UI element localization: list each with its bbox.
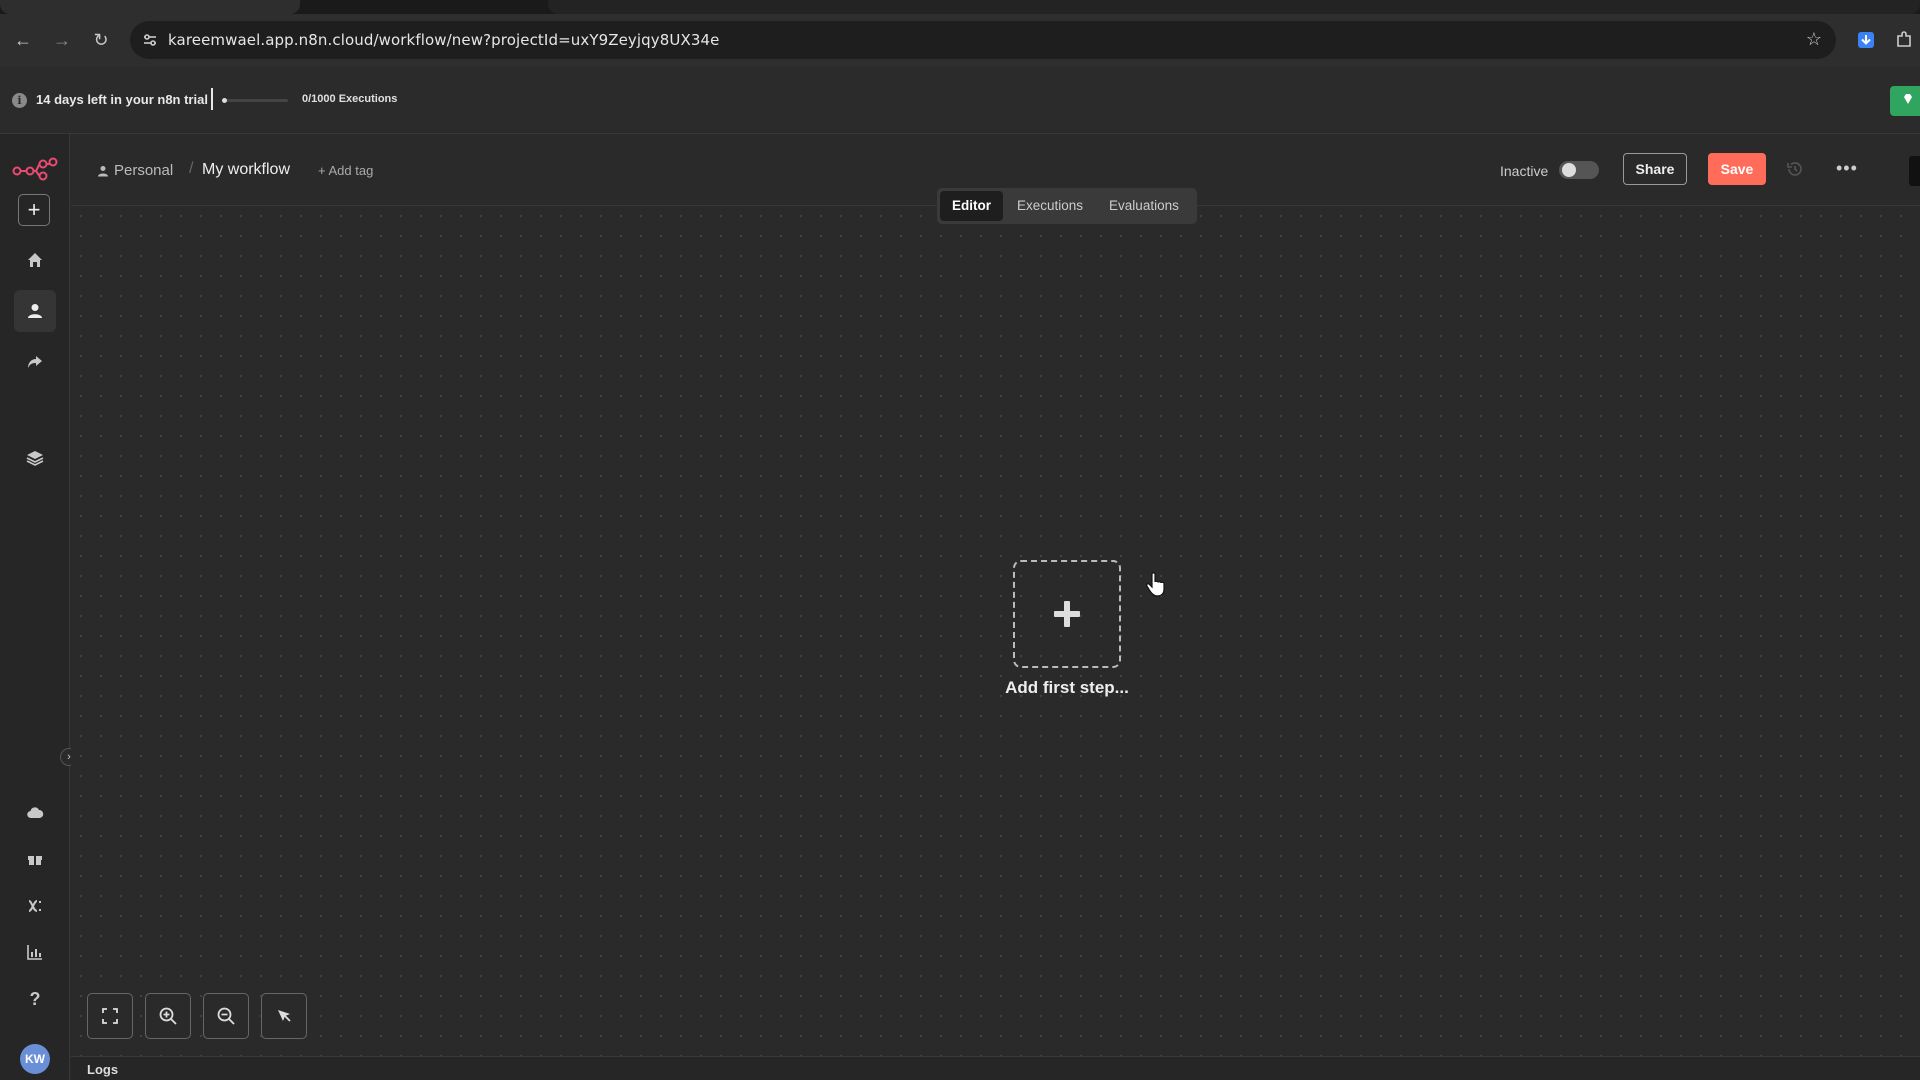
executions-progress-bar: [222, 98, 288, 103]
hand-cursor-icon: [1146, 572, 1165, 597]
tidy-up-button[interactable]: [261, 993, 307, 1039]
share-button[interactable]: Share: [1623, 153, 1687, 185]
sidebar-item-help[interactable]: ?: [14, 978, 56, 1020]
extensions-icon[interactable]: [1894, 30, 1914, 50]
browser-toolbar: ← → ↻ kareemwael.app.n8n.cloud/workflow/…: [0, 14, 1920, 66]
sidebar-item-personal[interactable]: [14, 290, 56, 332]
upgrade-button[interactable]: [1890, 86, 1920, 116]
variable-icon: [28, 900, 41, 912]
info-icon: i: [12, 93, 27, 108]
bar-chart-icon: [27, 945, 42, 960]
view-tabs: Editor Executions Evaluations: [937, 188, 1197, 224]
add-tag-button[interactable]: + Add tag: [318, 163, 373, 178]
more-options-icon[interactable]: •••: [1836, 158, 1858, 179]
add-first-step-button[interactable]: [1013, 560, 1121, 668]
workflow-name[interactable]: My workflow: [202, 161, 290, 179]
logs-label: Logs: [87, 1062, 119, 1077]
sidebar-item-home[interactable]: [14, 239, 56, 281]
active-status-label: Inactive: [1500, 163, 1549, 179]
create-button[interactable]: +: [18, 194, 50, 226]
fit-view-button[interactable]: [87, 993, 133, 1039]
magic-wand-icon: [278, 1010, 291, 1022]
home-icon: [28, 253, 42, 267]
cloud-icon: [27, 807, 44, 819]
n8n-logo-icon[interactable]: [12, 154, 58, 182]
user-icon: [98, 165, 108, 176]
add-first-step-label: Add first step...: [1005, 678, 1129, 697]
gift-icon: [28, 856, 42, 865]
executions-count: 0/1000 Executions: [302, 93, 398, 105]
breadcrumb-separator: /: [189, 160, 194, 177]
save-button[interactable]: Save: [1708, 153, 1766, 185]
zoom-in-button[interactable]: [145, 993, 191, 1039]
sidebar-item-variables[interactable]: [14, 885, 56, 927]
active-toggle[interactable]: [1559, 161, 1599, 179]
forward-icon[interactable]: →: [50, 28, 74, 52]
sidebar-item-templates[interactable]: [14, 437, 56, 479]
zoom-in-icon: [159, 1007, 177, 1025]
history-icon[interactable]: [1785, 159, 1805, 179]
user-icon: [28, 304, 42, 318]
header-edge-panel: [1909, 156, 1920, 186]
zoom-out-icon: [217, 1007, 235, 1025]
sidebar-item-insights[interactable]: [14, 931, 56, 973]
download-icon[interactable]: [1856, 30, 1876, 50]
back-icon[interactable]: ←: [11, 28, 35, 52]
sidebar-item-community[interactable]: [14, 838, 56, 880]
share-arrow-icon: [28, 356, 42, 368]
trial-days-text: 14 days left in your n8n trial: [36, 92, 208, 107]
trial-banner: i 14 days left in your n8n trial 0/1000 …: [0, 66, 1920, 134]
browser-tab-strip: [0, 0, 1920, 14]
gem-icon: [1904, 94, 1912, 104]
tab-editor[interactable]: Editor: [940, 191, 1003, 221]
workflow-canvas[interactable]: [71, 206, 1920, 1056]
browser-tab[interactable]: [548, 0, 1920, 14]
browser-tab-active[interactable]: [0, 0, 300, 14]
sidebar-item-cloud[interactable]: [14, 792, 56, 834]
tab-executions[interactable]: Executions: [1005, 191, 1095, 221]
zoom-out-button[interactable]: [203, 993, 249, 1039]
toggle-knob: [1562, 163, 1576, 177]
tab-evaluations[interactable]: Evaluations: [1097, 191, 1191, 221]
plus-icon: [1054, 601, 1080, 627]
fit-view-icon: [102, 1008, 118, 1024]
left-sidebar: + ? KW ›: [0, 134, 78, 1080]
bookmark-star-icon[interactable]: ☆: [1806, 29, 1822, 50]
banner-divider: [211, 88, 213, 110]
url-text[interactable]: kareemwael.app.n8n.cloud/workflow/new?pr…: [168, 31, 719, 49]
breadcrumb-project[interactable]: Personal: [97, 162, 173, 179]
executions-progress-dot: [222, 98, 227, 103]
layers-icon: [26, 451, 44, 466]
avatar[interactable]: KW: [20, 1044, 50, 1074]
breadcrumb-project-label: Personal: [114, 162, 174, 179]
logs-panel[interactable]: Logs: [71, 1056, 1920, 1080]
reload-icon[interactable]: ↻: [89, 28, 113, 52]
question-icon: ?: [29, 988, 41, 1009]
sidebar-item-shared[interactable]: [14, 341, 56, 383]
address-bar[interactable]: kareemwael.app.n8n.cloud/workflow/new?pr…: [130, 21, 1836, 59]
site-info-icon[interactable]: [140, 30, 160, 50]
